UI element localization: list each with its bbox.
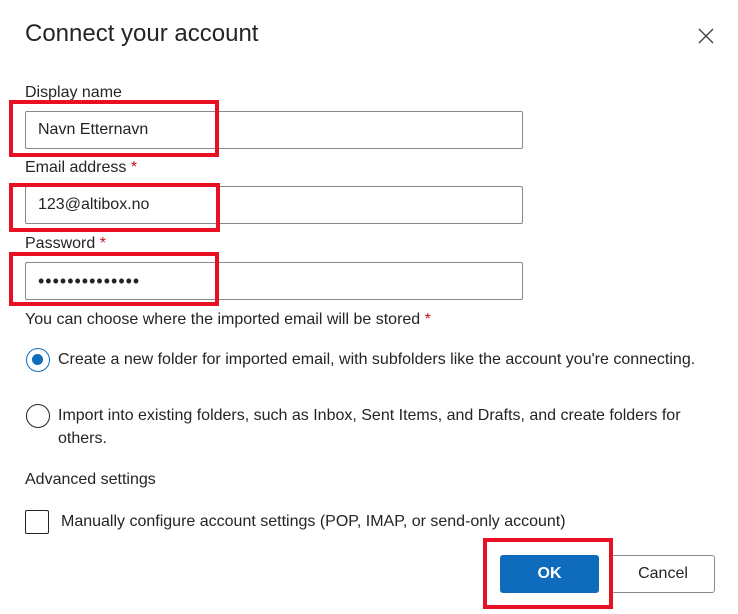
display-name-label: Display name (25, 84, 122, 102)
password-label: Password * (25, 235, 106, 253)
radio-existing-folders[interactable] (26, 404, 50, 428)
password-required-mark: * (99, 235, 106, 252)
email-label-text: Email address (25, 159, 127, 176)
storage-question-text: You can choose where the imported email … (25, 311, 421, 328)
dialog-title: Connect your account (25, 20, 259, 47)
close-button[interactable] (696, 26, 716, 46)
password-label-text: Password (25, 235, 96, 252)
close-icon (698, 28, 714, 44)
display-name-label-text: Display name (25, 84, 122, 101)
display-name-input[interactable] (25, 111, 523, 149)
radio-existing-folders-label[interactable]: Import into existing folders, such as In… (58, 404, 708, 450)
email-required-mark: * (130, 159, 138, 176)
email-input[interactable] (25, 186, 523, 224)
radio-new-folder[interactable] (26, 348, 50, 372)
cancel-button[interactable]: Cancel (611, 555, 715, 593)
email-label: Email address * (25, 159, 137, 177)
advanced-settings-heading: Advanced settings (25, 471, 156, 488)
manual-config-label[interactable]: Manually configure account settings (POP… (61, 513, 566, 531)
radio-new-folder-label[interactable]: Create a new folder for imported email, … (58, 348, 708, 371)
password-input[interactable] (25, 262, 523, 300)
manual-config-checkbox[interactable] (25, 510, 49, 534)
storage-question: You can choose where the imported email … (25, 311, 431, 329)
ok-button[interactable]: OK (500, 555, 599, 593)
storage-required-mark: * (424, 311, 431, 328)
